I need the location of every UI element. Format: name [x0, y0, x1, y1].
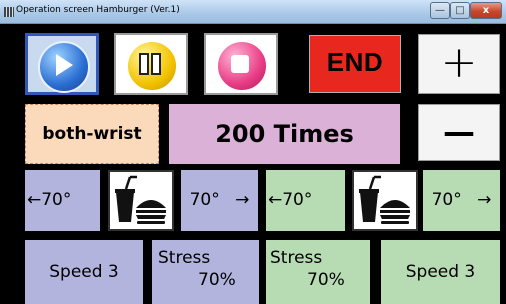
- hamburger-drink-icon: [115, 175, 166, 224]
- right-wrist-food-button[interactable]: [352, 170, 418, 231]
- operation-window: Operation screen Hamburger (Ver.1) — □ x…: [0, 0, 506, 304]
- minus-button[interactable]: —: [418, 104, 500, 161]
- maximize-button[interactable]: □: [450, 2, 470, 19]
- left-wrist-stress-label: Stress: [158, 248, 211, 268]
- right-wrist-right-angle[interactable]: 70° →: [423, 170, 500, 231]
- title-bar: Operation screen Hamburger (Ver.1) — □ x: [0, 0, 506, 24]
- end-button[interactable]: END: [309, 35, 401, 93]
- pause-icon: [126, 40, 178, 92]
- app-icon: [4, 7, 14, 17]
- left-wrist-stress-value: 70%: [198, 270, 236, 290]
- close-button[interactable]: x: [470, 2, 502, 19]
- left-wrist-right-angle[interactable]: 70° →: [181, 170, 258, 231]
- right-wrist-left-angle[interactable]: ←70°: [266, 170, 345, 231]
- left-wrist-left-angle[interactable]: ←70°: [25, 170, 100, 231]
- both-wrist-mode[interactable]: both-wrist: [25, 104, 159, 164]
- left-wrist-food-button[interactable]: [108, 170, 174, 231]
- left-wrist-speed[interactable]: Speed 3: [25, 240, 143, 304]
- stop-button[interactable]: [204, 33, 278, 95]
- left-wrist-stress[interactable]: Stress 70%: [152, 240, 259, 304]
- right-wrist-stress-label: Stress: [270, 248, 323, 268]
- window-title: Operation screen Hamburger (Ver.1): [16, 5, 180, 15]
- right-wrist-stress[interactable]: Stress 70%: [266, 240, 370, 304]
- play-icon: [38, 41, 90, 93]
- repeat-count-display: 200 Times: [169, 104, 400, 164]
- stop-icon: [216, 40, 268, 92]
- plus-button[interactable]: +: [418, 34, 500, 94]
- right-wrist-speed[interactable]: Speed 3: [381, 240, 500, 304]
- hamburger-drink-icon: [359, 175, 410, 224]
- play-button[interactable]: [25, 33, 99, 95]
- right-wrist-stress-value: 70%: [307, 270, 345, 290]
- pause-button[interactable]: [114, 33, 188, 95]
- minimize-button[interactable]: —: [430, 2, 450, 19]
